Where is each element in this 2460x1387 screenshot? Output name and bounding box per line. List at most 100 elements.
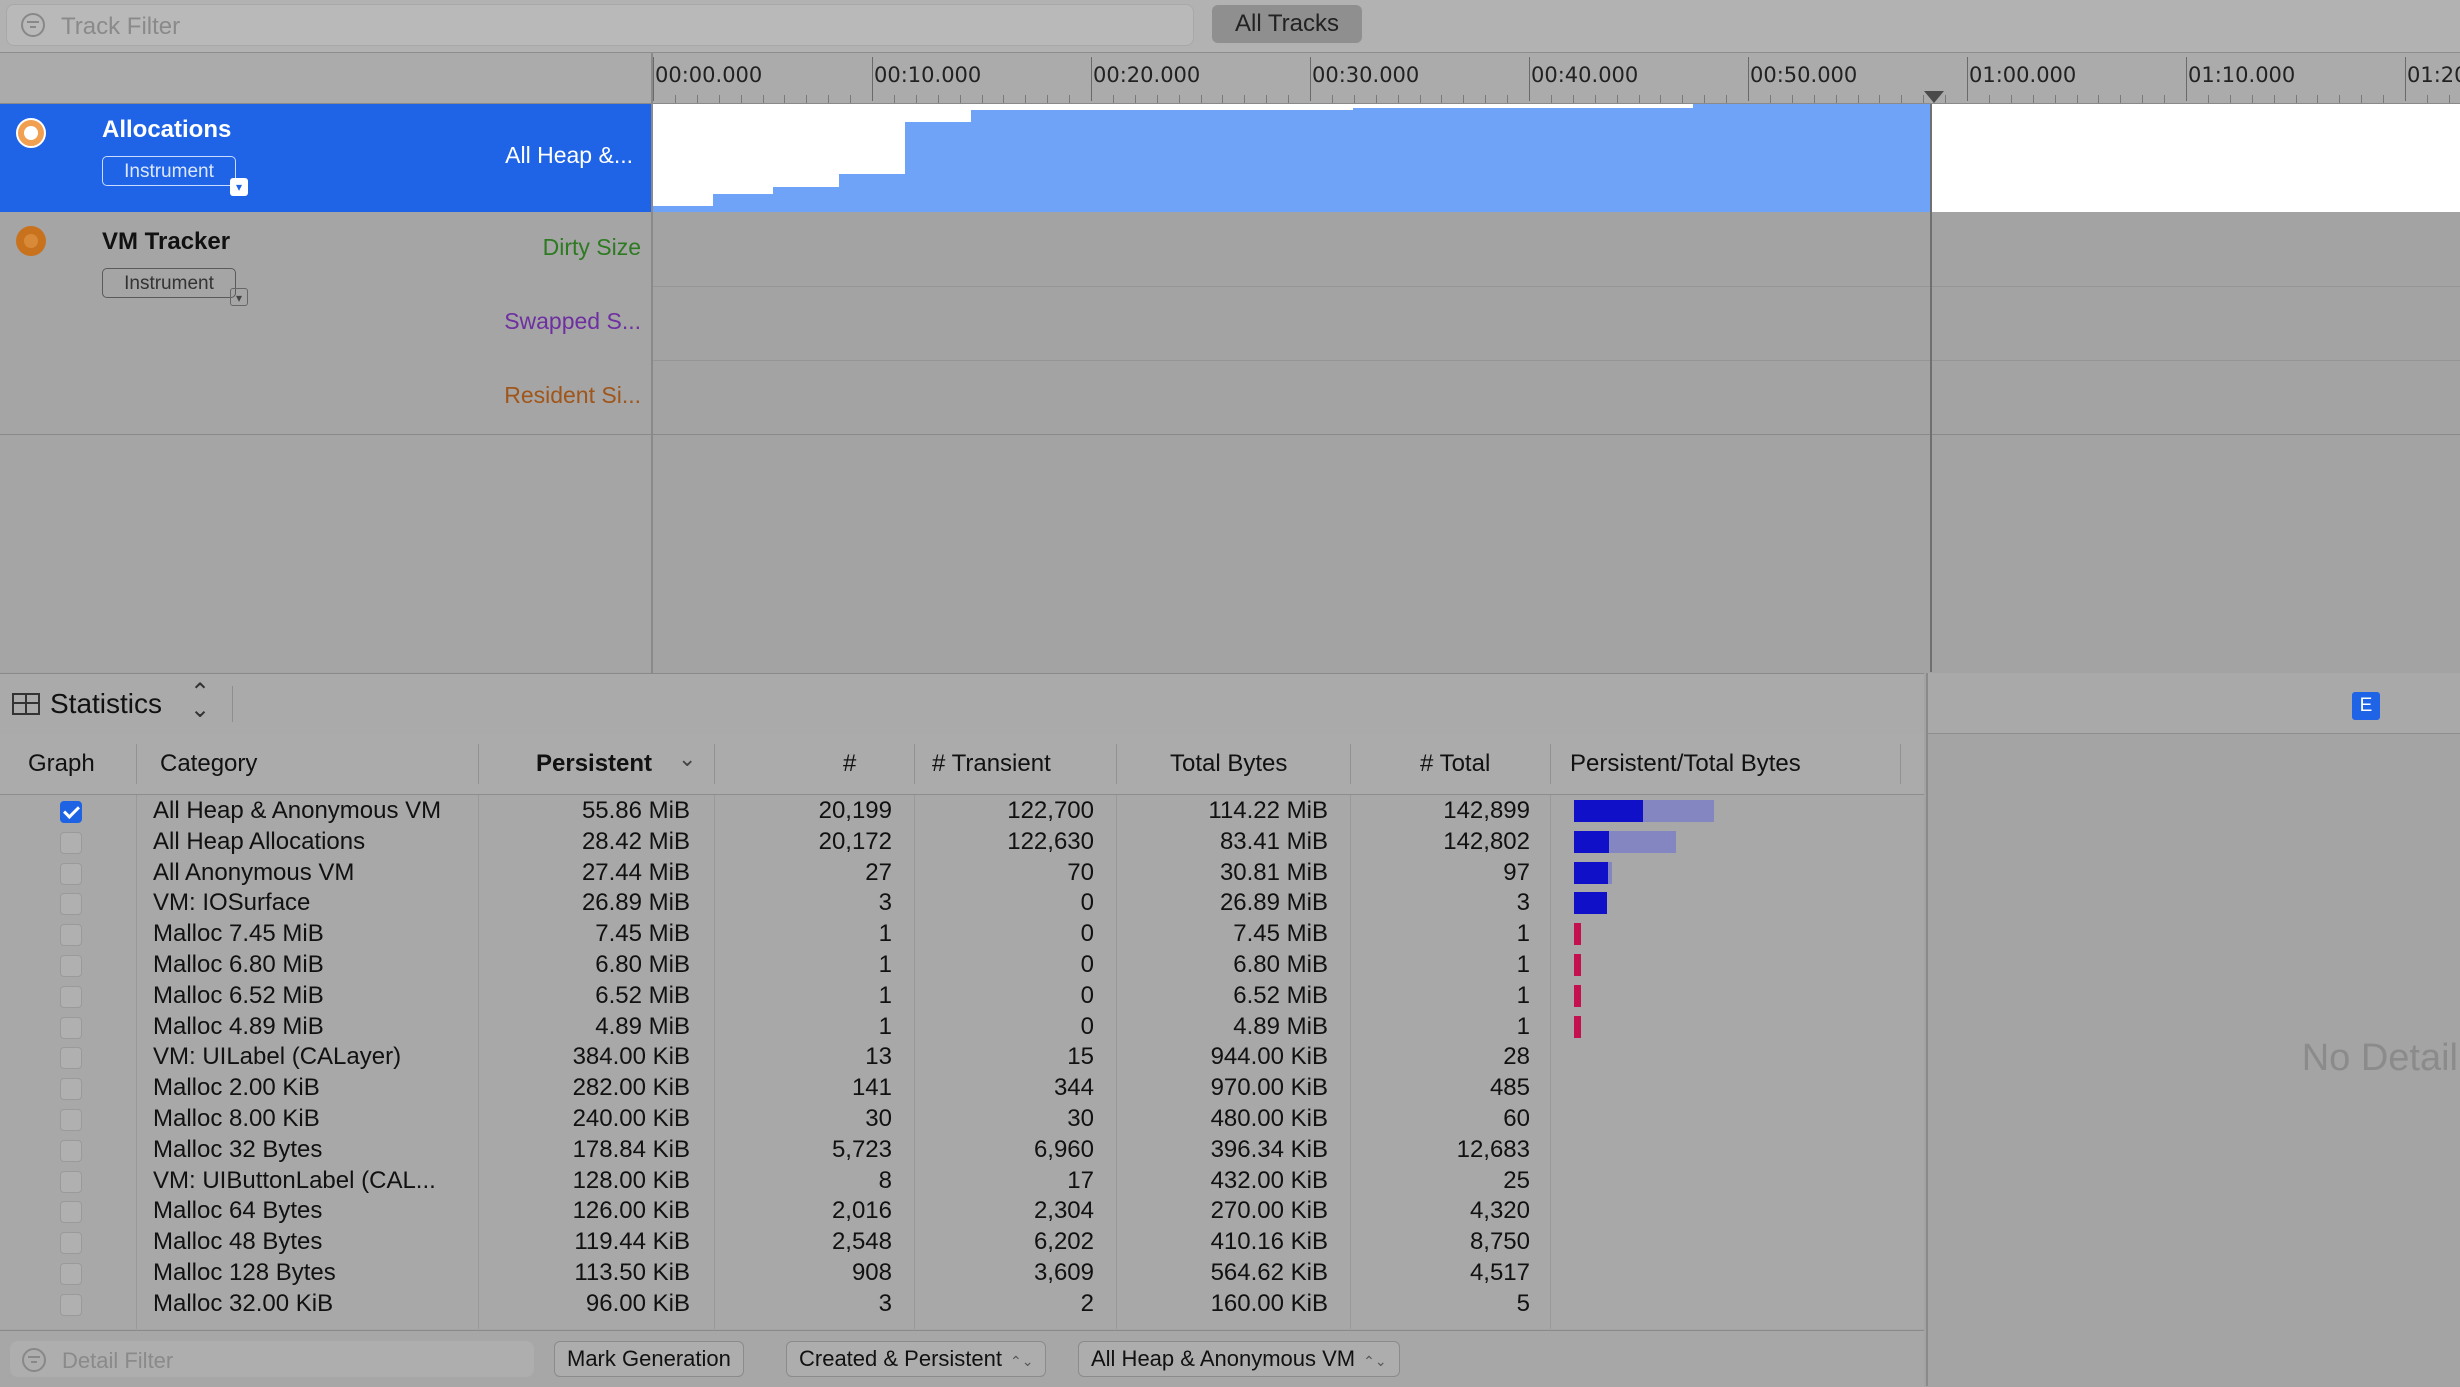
column-header-persistent-total-bytes[interactable]: Persistent/Total Bytes [1570, 750, 1801, 778]
track-filter-field[interactable]: Track Filter [6, 4, 1194, 46]
transient-cell: 0 [1080, 1012, 1094, 1040]
allocation-type-select[interactable]: All Heap & Anonymous VM ⌃⌄ [1078, 1341, 1400, 1377]
graph-checkbox[interactable] [60, 1078, 82, 1101]
graph-checkbox[interactable] [60, 1109, 82, 1131]
track-vm-tracker[interactable]: VM Tracker Instrument ▾ Dirty Size Swapp… [0, 212, 653, 435]
instrument-button[interactable]: Instrument [102, 268, 236, 298]
column-divider[interactable] [714, 744, 715, 784]
ruler-minor-tick [1112, 95, 1114, 103]
table-row[interactable]: Malloc 8.00 KiB 240.00 KiB 30 30 480.00 KiB 6… [0, 1103, 1924, 1134]
table-row[interactable]: VM: IOSurface 26.89 MiB 3 0 26.89 MiB 3 [0, 887, 1924, 918]
transient-cell: 70 [1067, 858, 1094, 886]
table-row[interactable]: Malloc 128 Bytes 113.50 KiB 908 3,609 564.62… [0, 1257, 1924, 1288]
ruler-minor-tick [1638, 95, 1640, 103]
category-cell: Malloc 6.52 MiB [153, 981, 324, 1009]
table-row[interactable]: All Heap Allocations 28.42 MiB 20,172 122,6… [0, 826, 1924, 857]
detail-filter-input[interactable]: Detail Filter [62, 1348, 173, 1374]
column-divider[interactable] [136, 744, 137, 784]
column-header-total-bytes[interactable]: Total Bytes [1170, 750, 1287, 778]
column-divider[interactable] [1116, 744, 1117, 784]
detail-filter-field[interactable]: Detail Filter [10, 1341, 534, 1377]
persistent-cell: 384.00 KiB [572, 1043, 690, 1071]
ruler-minor-tick [1485, 95, 1487, 103]
total-cell: 1 [1516, 951, 1530, 978]
empty-state-text: No Detail [2301, 1037, 2458, 1079]
graph-checkbox[interactable] [60, 924, 82, 947]
graph-checkbox[interactable] [60, 1047, 82, 1070]
column-header-transient[interactable]: # Transient [932, 750, 1051, 778]
total-cell: 8,750 [1469, 1228, 1530, 1256]
category-cell: Malloc 4.89 MiB [153, 1012, 324, 1040]
instrument-button[interactable]: Instrument [102, 156, 236, 186]
table-row[interactable]: VM: UILabel (CALayer) 384.00 KiB 13 15 944.0… [0, 1041, 1924, 1072]
column-divider[interactable] [478, 744, 479, 784]
count-cell: 1 [878, 981, 892, 1009]
timeline-ruler[interactable]: 00:00.000 00:10.000 00:20.000 00:30.000 00:4… [0, 53, 2460, 104]
category-cell: Malloc 32 Bytes [153, 1135, 323, 1163]
detail-view-selector[interactable]: Statistics ⌃ ⌄ [0, 673, 1924, 735]
persistent-cell: 282.00 KiB [572, 1074, 690, 1102]
ruler-major-tick [653, 57, 654, 101]
divider [232, 686, 233, 722]
table-row[interactable]: Malloc 2.00 KiB 282.00 KiB 141 344 970.00 Ki… [0, 1072, 1924, 1103]
column-divider[interactable] [1900, 744, 1901, 784]
column-header-count[interactable]: # [843, 750, 856, 778]
table-row[interactable]: Malloc 48 Bytes 119.44 KiB 2,548 6,202 410.1… [0, 1226, 1924, 1257]
sort-descending-icon[interactable]: ⌄ [678, 746, 696, 772]
chevron-down-icon[interactable]: ▾ [230, 178, 248, 196]
graph-checkbox[interactable] [60, 1170, 82, 1193]
graph-checkbox[interactable] [60, 862, 82, 885]
all-tracks-button[interactable]: All Tracks [1212, 5, 1362, 43]
graph-checkbox[interactable] [60, 1139, 82, 1162]
graph-checkbox[interactable] [60, 1263, 82, 1285]
playhead-marker[interactable] [1924, 91, 1944, 103]
transient-cell: 0 [1080, 981, 1094, 1009]
persistent-cell: 113.50 KiB [574, 1259, 690, 1286]
track-filter-input[interactable]: Track Filter [61, 13, 180, 41]
vm-tracker-graph[interactable] [653, 212, 2460, 435]
track-allocations[interactable]: Allocations Instrument ▾ All Heap &... [0, 104, 653, 212]
total-cell: 12,683 [1456, 1135, 1530, 1163]
table-row[interactable]: Malloc 6.80 MiB 6.80 MiB 1 0 6.80 MiB 1 [0, 949, 1924, 980]
up-down-chevron-icon[interactable]: ⌃ ⌄ [190, 681, 210, 722]
lifespan-select[interactable]: Created & Persistent ⌃⌄ [786, 1341, 1047, 1377]
table-row[interactable]: Malloc 64 Bytes 126.00 KiB 2,016 2,304 270.0… [0, 1195, 1924, 1226]
table-row[interactable]: Malloc 7.45 MiB 7.45 MiB 1 0 7.45 MiB 1 [0, 918, 1924, 949]
graph-checkbox[interactable] [60, 893, 82, 916]
column-divider[interactable] [914, 744, 915, 784]
transient-cell: 0 [1080, 951, 1094, 978]
total-bytes-cell: 564.62 KiB [1210, 1259, 1328, 1286]
mark-generation-button[interactable]: Mark Generation [554, 1341, 744, 1377]
table-row[interactable]: Malloc 6.52 MiB 6.52 MiB 1 0 6.52 MiB 1 [0, 980, 1924, 1011]
column-header-graph[interactable]: Graph [28, 750, 95, 778]
graph-checkbox[interactable] [60, 1293, 82, 1316]
table-row[interactable]: Malloc 32.00 KiB 96.00 KiB 3 2 160.00 KiB 5 [0, 1288, 1924, 1319]
total-cell: 485 [1489, 1074, 1530, 1102]
column-header-persistent[interactable]: Persistent [536, 750, 652, 778]
allocations-graph[interactable] [653, 104, 2460, 212]
graph-checkbox[interactable] [60, 955, 82, 977]
chevron-down-icon[interactable]: ▾ [230, 288, 248, 306]
column-divider[interactable] [1550, 744, 1551, 784]
column-header-total[interactable]: # Total [1420, 750, 1490, 778]
category-cell: Malloc 7.45 MiB [153, 920, 324, 948]
column-divider[interactable] [1350, 744, 1351, 784]
graph-checkbox[interactable] [60, 801, 82, 823]
column-header-category[interactable]: Category [160, 750, 257, 778]
graph-checkbox[interactable] [60, 1016, 82, 1039]
table-row[interactable]: VM: UIButtonLabel (CAL... 128.00 KiB 8 17 43… [0, 1165, 1924, 1196]
count-cell: 3 [878, 1289, 892, 1317]
table-row[interactable]: Malloc 32 Bytes 178.84 KiB 5,723 6,960 396.3… [0, 1134, 1924, 1165]
table-row[interactable]: All Heap & Anonymous VM 55.86 MiB 20,199 12… [0, 795, 1924, 826]
count-cell: 27 [865, 858, 892, 886]
ruler-minor-tick [1507, 95, 1509, 103]
view-mode-label[interactable]: Statistics [50, 688, 162, 720]
persistent-bar [1574, 984, 1581, 1007]
table-row[interactable]: All Anonymous VM 27.44 MiB 27 70 30.81 MiB 97 [0, 857, 1924, 888]
graph-checkbox[interactable] [60, 1201, 82, 1224]
graph-checkbox[interactable] [60, 985, 82, 1008]
table-row[interactable]: Malloc 4.89 MiB 4.89 MiB 1 0 4.89 MiB 1 [0, 1011, 1924, 1042]
graph-checkbox[interactable] [60, 831, 82, 854]
extended-detail-icon[interactable]: E [2352, 692, 2380, 720]
graph-checkbox[interactable] [60, 1232, 82, 1255]
